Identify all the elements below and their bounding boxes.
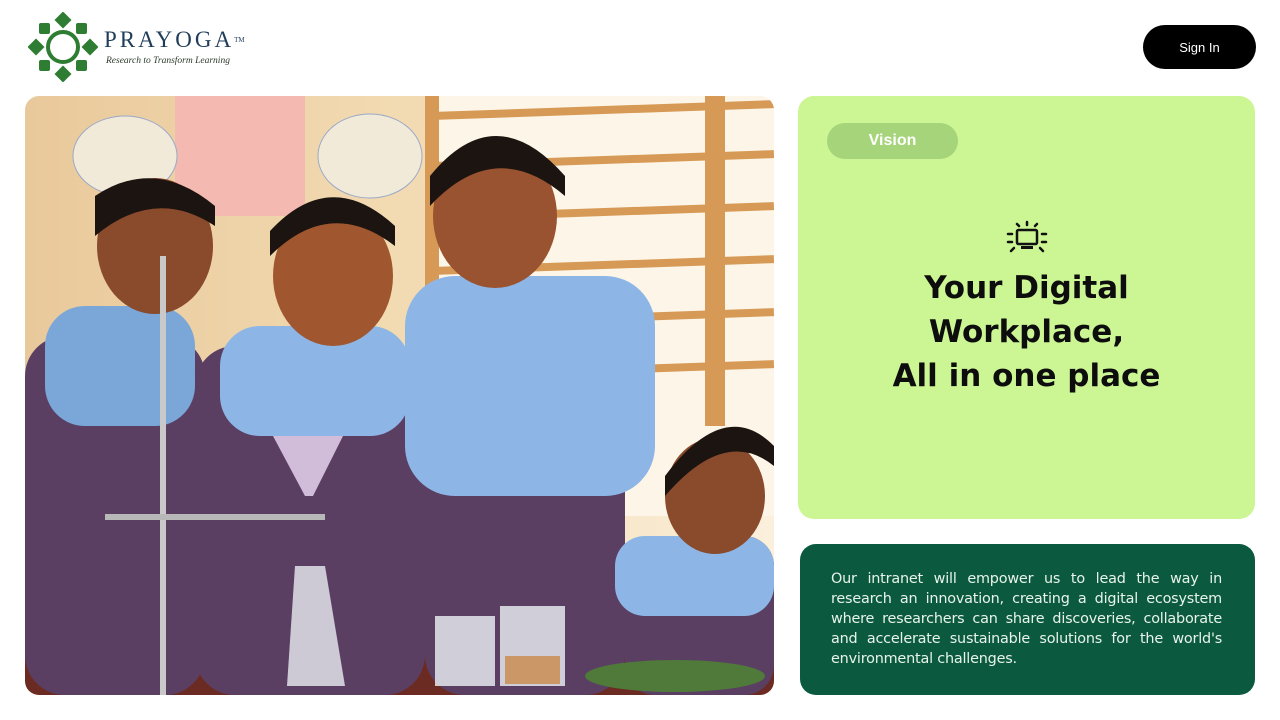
logo[interactable]: PRAYOGATM Research to Transform Learning <box>28 12 245 82</box>
prayoga-logo-icon <box>28 12 98 82</box>
vision-card: Vision Your Digital Workplace, All in on… <box>798 96 1255 519</box>
headline-line-1: Your Digital <box>924 270 1129 306</box>
monitor-icon <box>1006 220 1048 253</box>
vision-pill: Vision <box>827 123 958 159</box>
hero-image <box>25 96 774 695</box>
brand-name: PRAYOGATM <box>104 27 245 52</box>
description-card: Our intranet will empower us to lead the… <box>800 544 1255 695</box>
description-text: Our intranet will empower us to lead the… <box>831 571 1222 667</box>
headline-line-2: Workplace, <box>928 314 1125 350</box>
brand-tagline: Research to Transform Learning <box>106 56 230 66</box>
headline: Your Digital Workplace, All in one place <box>798 266 1255 398</box>
headline-line-3: All in one place <box>892 358 1161 394</box>
sign-in-button[interactable]: Sign In <box>1143 25 1256 69</box>
